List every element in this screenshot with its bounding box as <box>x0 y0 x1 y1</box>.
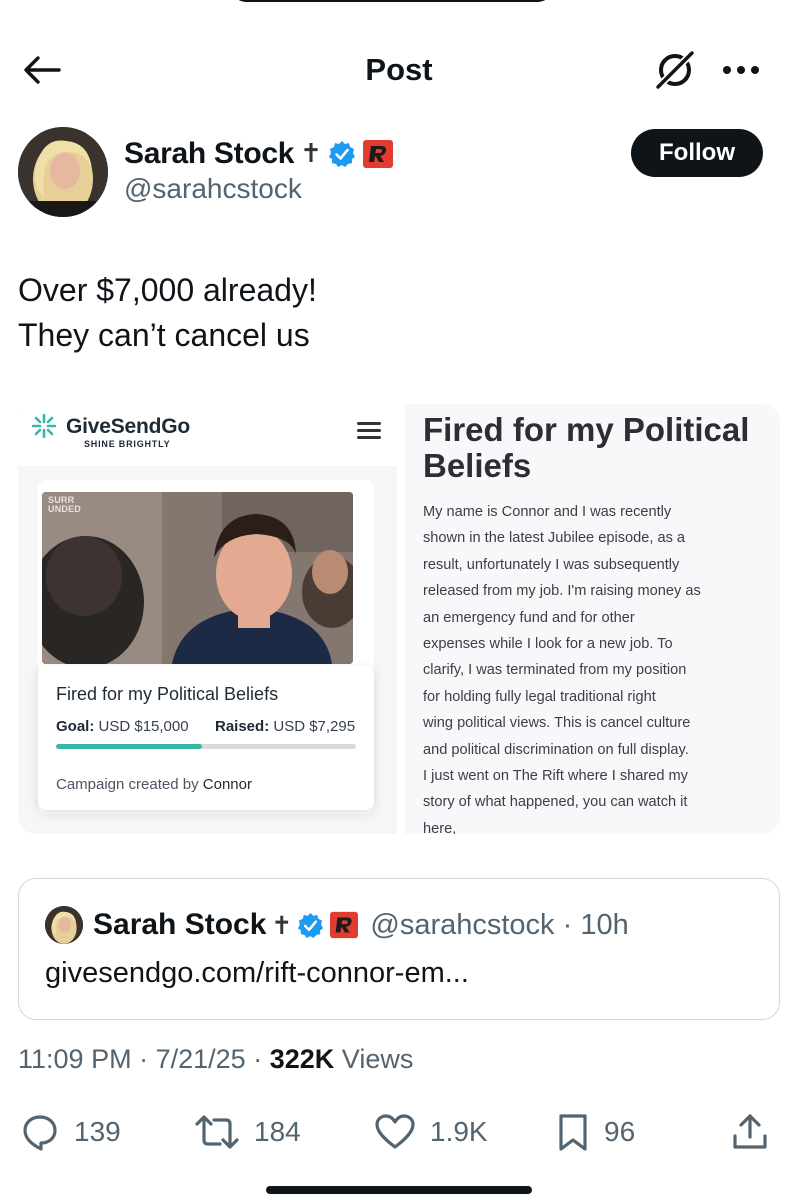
like-button[interactable]: 1.9K <box>374 1104 488 1160</box>
story-body: My name is Connor and I was recently show… <box>423 499 733 834</box>
quoted-post[interactable]: Sarah Stock ✝ @sarahcstock · 10h givesen… <box>18 878 780 1020</box>
bookmark-count: 96 <box>604 1116 636 1147</box>
story-line: clarify, I was terminated from my positi… <box>423 662 687 679</box>
affiliate-badge-icon <box>362 140 393 168</box>
repost-button[interactable]: 184 <box>194 1104 301 1160</box>
givesendgo-logo-icon <box>32 414 56 438</box>
cross-emoji: ✝ <box>271 910 293 940</box>
campaign-creator: Campaign created by Connor <box>56 776 252 793</box>
tweet-image[interactable]: GiveSendGo SHINE BRIGHTLY SURR UNDED Fir… <box>18 404 780 834</box>
photo-scene <box>42 492 353 664</box>
campaign-card: Fired for my Political Beliefs Goal: USD… <box>38 666 374 810</box>
quoted-author-avatar <box>45 906 83 944</box>
like-count: 1.9K <box>430 1116 488 1147</box>
affiliate-badge-icon <box>330 911 359 939</box>
bookmark-button[interactable]: 96 <box>556 1104 635 1160</box>
story-line: and political discrimination on full dis… <box>423 741 689 758</box>
photo-watermark: SURR UNDED <box>48 495 82 514</box>
site-tagline: SHINE BRIGHTLY <box>84 439 171 449</box>
story-line: I just went on The Rift where I shared m… <box>423 768 688 785</box>
action-bar: 139 184 1.9K 96 <box>0 1104 798 1160</box>
views-count[interactable]: 322K <box>270 1044 335 1074</box>
reply-button[interactable]: 139 <box>20 1104 121 1160</box>
post-metadata: 11:09 PM · 7/21/25 · 322K Views <box>18 1044 414 1074</box>
repost-count: 184 <box>254 1116 301 1147</box>
story-line: here, <box>423 820 457 834</box>
story-line: My name is Connor and I was recently <box>423 504 672 520</box>
top-bar: Post <box>0 40 798 100</box>
share-button[interactable] <box>730 1104 770 1160</box>
post-author: Sarah Stock ✝ @sarahcstock Follow <box>18 127 780 219</box>
verified-badge-icon <box>298 912 324 938</box>
author-handle[interactable]: @sarahcstock <box>124 173 302 205</box>
givesendgo-header: GiveSendGo SHINE BRIGHTLY <box>18 404 397 466</box>
hamburger-menu-icon <box>354 418 384 448</box>
tweet-text-line: They can’t cancel us <box>18 317 310 353</box>
campaign-title: Fired for my Political Beliefs <box>56 684 279 704</box>
quoted-handle: @sarahcstock · 10h <box>370 908 629 941</box>
bookmark-icon <box>559 1114 587 1151</box>
funding-progress-bar <box>56 744 356 749</box>
more-dots-icon <box>723 66 759 74</box>
story-title: Fired for my Political Beliefs <box>423 411 750 484</box>
campaign-screenshot: GiveSendGo SHINE BRIGHTLY SURR UNDED Fir… <box>18 404 397 834</box>
grok-button[interactable] <box>652 48 698 92</box>
funding-progress-fill <box>56 744 202 749</box>
tweet-text-line: Over $7,000 already! <box>18 272 317 308</box>
image-divider <box>397 404 405 834</box>
campaign-photo: SURR UNDED <box>42 492 353 664</box>
reply-count: 139 <box>74 1116 121 1147</box>
views-label: Views <box>341 1044 414 1074</box>
story-line: expenses while I look for a new job. To <box>423 636 673 653</box>
cross-emoji: ✝ <box>300 139 322 169</box>
author-avatar[interactable] <box>18 127 108 217</box>
more-options-button[interactable] <box>716 48 766 92</box>
story-line: story of what happened, you can watch it <box>423 794 688 811</box>
tweet-text: Over $7,000 already! They can’t cancel u… <box>18 268 778 358</box>
story-line: result, unfortunately I was subsequently <box>423 556 680 573</box>
site-name: GiveSendGo <box>66 415 191 438</box>
post-time: 11:09 PM <box>18 1044 132 1074</box>
quoted-author-row: Sarah Stock ✝ @sarahcstock · 10h <box>93 905 629 945</box>
campaign-story-panel: Fired for my Political Beliefs My name i… <box>405 404 780 834</box>
share-icon <box>733 1114 767 1149</box>
device-notch <box>232 0 552 2</box>
post-date: 7/21/25 <box>155 1044 246 1074</box>
repost-icon <box>195 1115 239 1149</box>
author-name-row: Sarah Stock ✝ <box>124 135 394 173</box>
campaign-raised: Raised: USD $7,295 <box>215 718 356 735</box>
story-line: for holding fully legal traditional righ… <box>423 688 656 705</box>
follow-button[interactable]: Follow <box>631 129 763 177</box>
story-line: shown in the latest Jubilee episode, as … <box>423 530 686 547</box>
story-line: an emergency fund and for other <box>423 609 635 626</box>
author-display-name[interactable]: Sarah Stock <box>124 137 294 171</box>
quoted-display-name: Sarah Stock <box>93 908 267 941</box>
grok-icon <box>655 50 695 90</box>
story-line: released from my job. I'm raising money … <box>423 583 701 600</box>
avatar-photo <box>18 127 108 217</box>
story-line: wing political views. This is cancel cul… <box>423 715 691 732</box>
campaign-goal: Goal: USD $15,000 <box>56 718 189 735</box>
home-indicator <box>266 1186 532 1194</box>
verified-badge-icon <box>328 141 355 167</box>
quoted-text: givesendgo.com/rift-connor-em... <box>45 957 469 989</box>
heart-icon <box>375 1114 415 1149</box>
reply-icon <box>23 1115 57 1151</box>
